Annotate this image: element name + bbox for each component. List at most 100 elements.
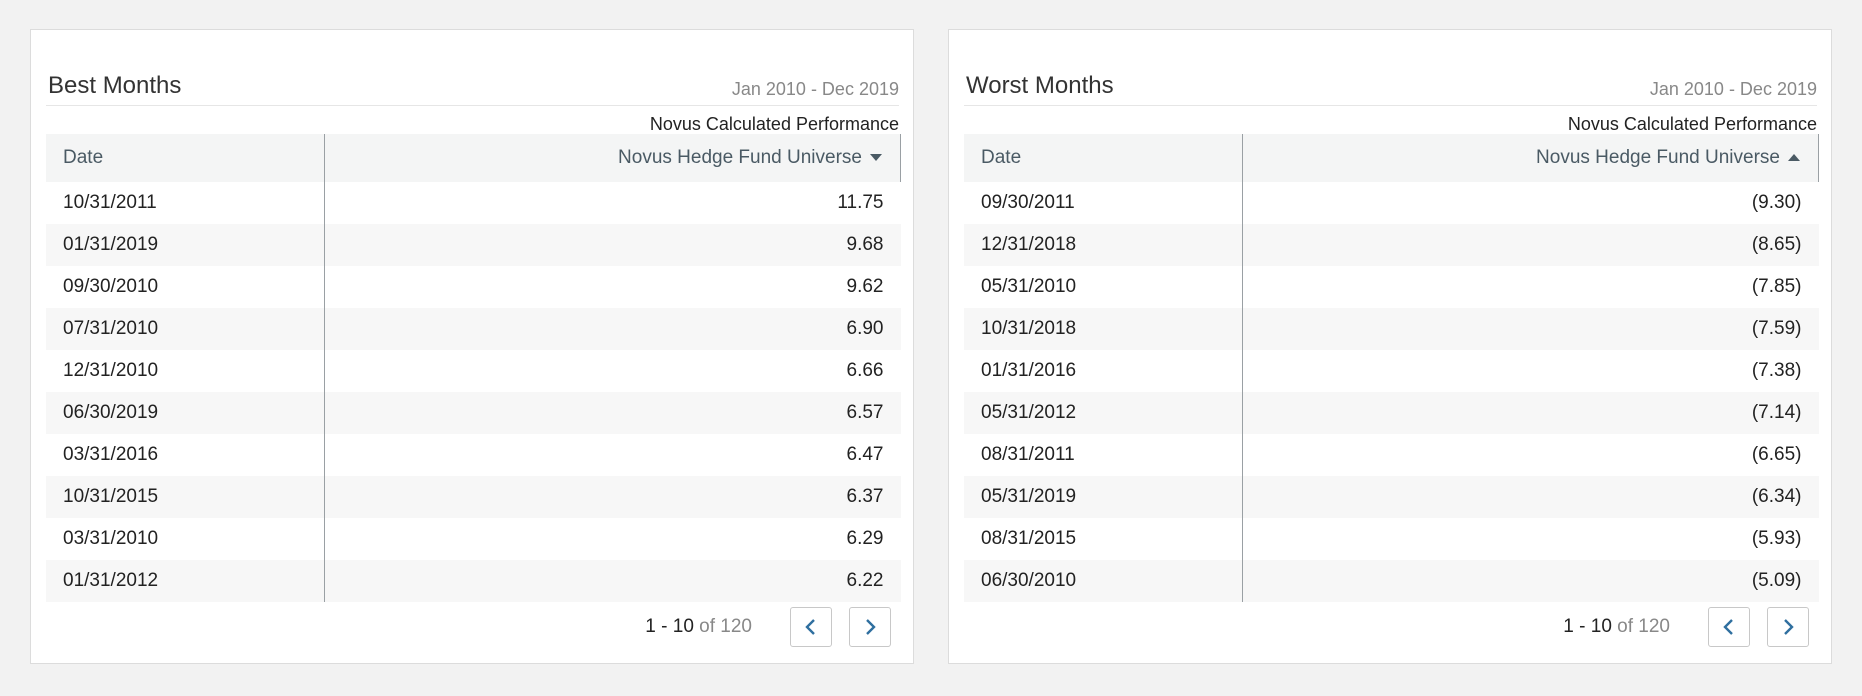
caret-up-icon[interactable] — [1788, 154, 1800, 162]
table-row: 07/31/2010 6.90 — [46, 308, 901, 350]
value-cell: 6.29 — [846, 528, 884, 549]
table-row: 12/31/2018 (8.65) — [964, 224, 1819, 266]
column-header-label: Date — [981, 147, 1022, 168]
table-row: 05/31/2010 (7.85) — [964, 266, 1819, 308]
value-cell: (9.30) — [1751, 192, 1802, 213]
chevron-right-icon — [866, 619, 876, 635]
value-cell: 6.90 — [324, 308, 901, 350]
value-cell: (7.59) — [1242, 308, 1819, 350]
date-cell: 06/30/2019 — [46, 392, 325, 434]
worst-months-panel: Worst Months Jan 2010 - Dec 2019 Novus C… — [948, 29, 1832, 664]
pagination-status: 1 - 10 of 120 — [1563, 616, 1670, 638]
table-row: 03/31/2010 6.29 — [46, 518, 901, 560]
chevron-left-icon — [805, 619, 815, 635]
panel-title: Worst Months — [966, 72, 1114, 99]
table-row: 08/31/2015 (5.93) — [964, 518, 1819, 560]
table-row: 05/31/2012 (7.14) — [964, 392, 1819, 434]
performance-label: Novus Calculated Performance — [649, 114, 899, 134]
previous-page-button[interactable] — [1708, 607, 1750, 647]
pagination: 1 - 10 of 120 — [1563, 606, 1809, 648]
date-cell: 12/31/2010 — [46, 350, 325, 392]
table-row: 10/31/2015 6.37 — [46, 476, 901, 518]
table-row: 06/30/2010 (5.09) — [964, 560, 1819, 602]
table-row: 06/30/2019 6.57 — [46, 392, 901, 434]
column-header-date[interactable]: Date — [964, 134, 1243, 182]
table-row: 01/31/2012 6.22 — [46, 560, 901, 602]
date-cell: 05/31/2019 — [964, 476, 1243, 518]
date-cell: 07/31/2010 — [46, 308, 325, 350]
value-cell: (6.65) — [1751, 444, 1802, 465]
column-header-value[interactable]: Novus Hedge Fund Universe — [1242, 134, 1819, 182]
table-body: 09/30/2011 (9.30) 12/31/2018 (8.65) 05/31/… — [964, 182, 1819, 602]
date-cell: 06/30/2010 — [964, 560, 1243, 602]
previous-page-button[interactable] — [790, 607, 832, 647]
pagination-total: of 120 — [699, 616, 752, 637]
value-cell: 6.37 — [324, 476, 901, 518]
date-cell: 05/31/2010 — [964, 266, 1243, 308]
date-cell: 10/31/2015 — [46, 476, 325, 518]
table-row: 01/31/2019 9.68 — [46, 224, 901, 266]
pagination-total: of 120 — [1617, 616, 1670, 637]
table-row: 05/31/2019 (6.34) — [964, 476, 1819, 518]
value-cell: (8.65) — [1242, 224, 1819, 266]
pagination-range: 1 - 10 — [645, 616, 694, 637]
column-header-value[interactable]: Novus Hedge Fund Universe — [324, 134, 901, 182]
date-cell: 09/30/2011 — [964, 182, 1243, 224]
caret-down-icon[interactable] — [870, 154, 882, 162]
table-row: 03/31/2016 6.47 — [46, 434, 901, 476]
table-row: 10/31/2011 11.75 — [46, 182, 901, 224]
value-cell: (5.09) — [1242, 560, 1819, 602]
panel-title: Best Months — [48, 72, 182, 99]
date-cell: 09/30/2010 — [46, 266, 325, 308]
date-cell: 01/31/2016 — [964, 350, 1243, 392]
value-cell: (7.38) — [1751, 360, 1802, 381]
best-months-table: Date Novus Hedge Fund Universe 10/31/201… — [46, 134, 901, 602]
divider — [46, 105, 899, 106]
pagination-range: 1 - 10 — [1563, 616, 1612, 637]
chevron-right-icon — [1784, 619, 1794, 635]
value-cell: 9.68 — [324, 224, 901, 266]
date-cell: 10/31/2018 — [964, 308, 1243, 350]
value-cell: (6.34) — [1242, 476, 1819, 518]
worst-months-table: Date Novus Hedge Fund Universe 09/30/201… — [964, 134, 1819, 602]
value-cell: 9.62 — [846, 276, 884, 297]
value-cell: 6.66 — [846, 360, 884, 381]
table-row: 08/31/2011 (6.65) — [964, 434, 1819, 476]
pagination: 1 - 10 of 120 — [645, 606, 891, 648]
performance-label: Novus Calculated Performance — [1567, 114, 1817, 134]
date-range: Jan 2010 - Dec 2019 — [731, 79, 899, 99]
table-header-row: Date Novus Hedge Fund Universe — [964, 134, 1819, 182]
next-page-button[interactable] — [849, 607, 891, 647]
next-page-button[interactable] — [1767, 607, 1809, 647]
table-row: 01/31/2016 (7.38) — [964, 350, 1819, 392]
table-header-row: Date Novus Hedge Fund Universe — [46, 134, 901, 182]
date-cell: 08/31/2015 — [964, 518, 1243, 560]
value-cell: (7.85) — [1751, 276, 1802, 297]
column-header-label: Novus Hedge Fund Universe — [618, 147, 862, 168]
table-row: 12/31/2010 6.66 — [46, 350, 901, 392]
date-cell: 08/31/2011 — [964, 434, 1243, 476]
table-row: 09/30/2010 9.62 — [46, 266, 901, 308]
date-cell: 01/31/2012 — [46, 560, 325, 602]
date-range: Jan 2010 - Dec 2019 — [1649, 79, 1817, 99]
date-cell: 05/31/2012 — [964, 392, 1243, 434]
table-row: 09/30/2011 (9.30) — [964, 182, 1819, 224]
value-cell: (7.14) — [1242, 392, 1819, 434]
value-cell: 6.22 — [324, 560, 901, 602]
date-cell: 03/31/2016 — [46, 434, 325, 476]
value-cell: 6.47 — [846, 444, 884, 465]
pagination-status: 1 - 10 of 120 — [645, 616, 752, 638]
column-header-date[interactable]: Date — [46, 134, 325, 182]
value-cell: 6.57 — [324, 392, 901, 434]
table-row: 10/31/2018 (7.59) — [964, 308, 1819, 350]
chevron-left-icon — [1723, 619, 1733, 635]
date-cell: 10/31/2011 — [46, 182, 325, 224]
date-cell: 03/31/2010 — [46, 518, 325, 560]
best-months-panel: Best Months Jan 2010 - Dec 2019 Novus Ca… — [30, 29, 914, 664]
divider — [964, 105, 1817, 106]
date-cell: 01/31/2019 — [46, 224, 325, 266]
table-body: 10/31/2011 11.75 01/31/2019 9.68 09/30/201… — [46, 182, 901, 602]
value-cell: 11.75 — [837, 192, 884, 213]
column-header-label: Novus Hedge Fund Universe — [1536, 147, 1780, 168]
value-cell: (5.93) — [1751, 528, 1802, 549]
